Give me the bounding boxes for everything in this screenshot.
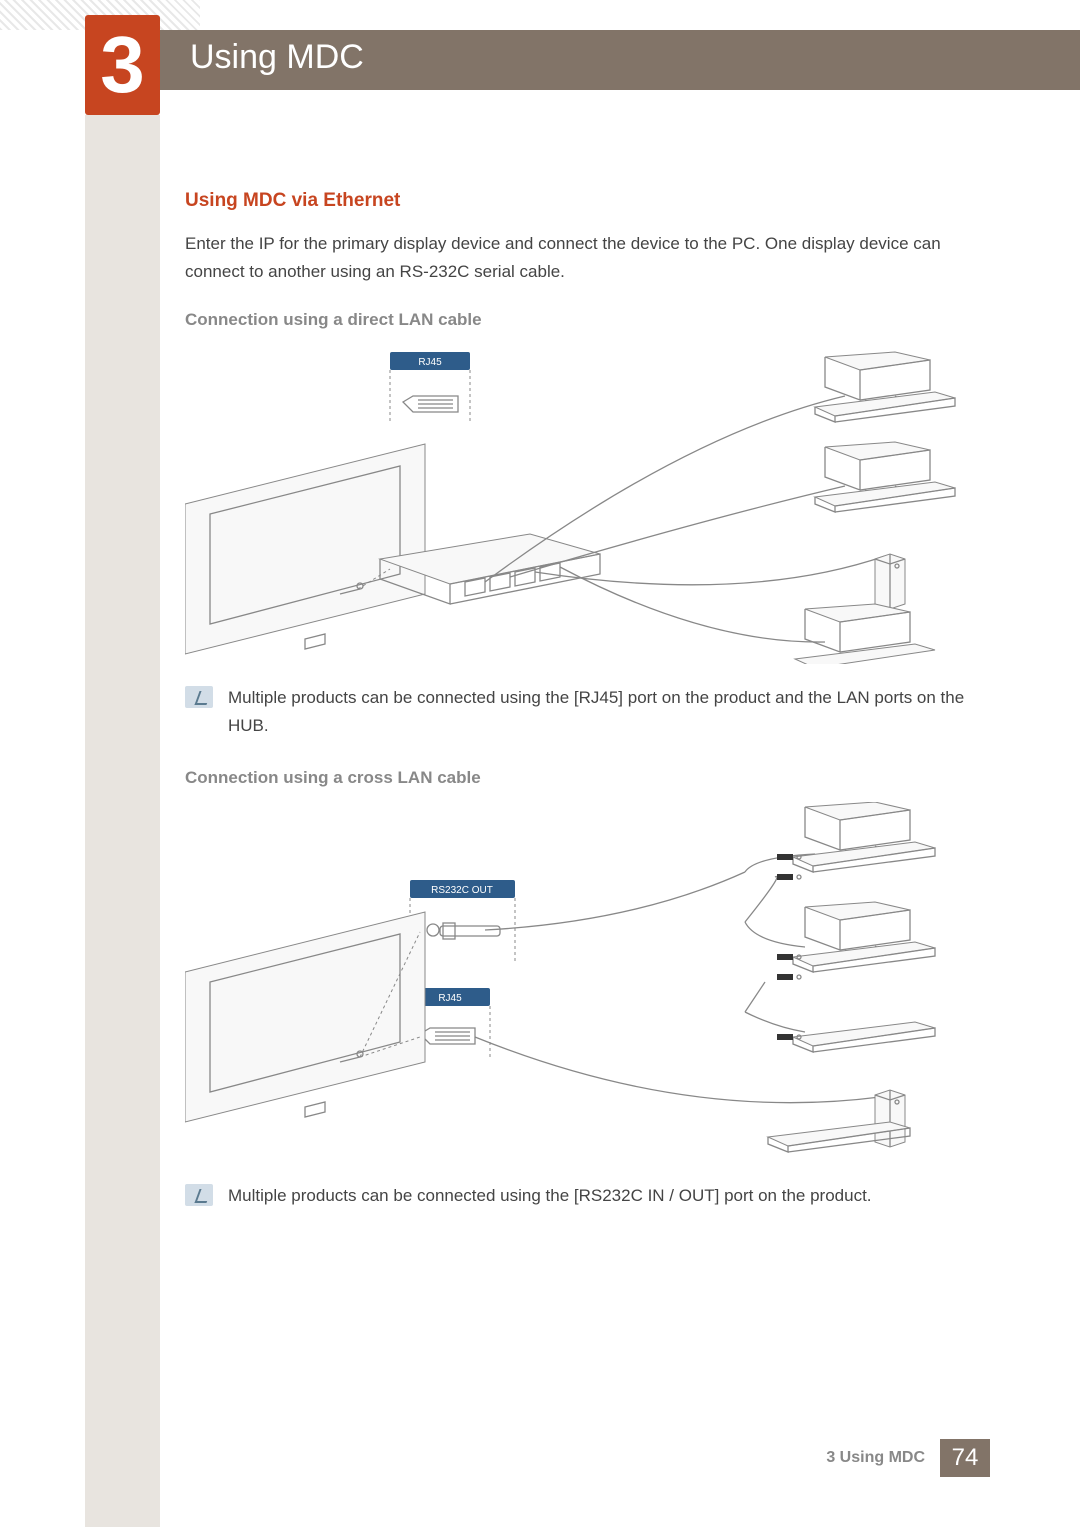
subsection-2-title: Connection using a cross LAN cable — [185, 768, 975, 788]
diagram-direct-lan-svg: RJ45 — [185, 344, 975, 664]
note-icon — [185, 686, 213, 708]
footer: 3 Using MDC 74 — [826, 1439, 990, 1477]
diagram-direct-lan: RJ45 — [185, 344, 975, 664]
subsection-1-title: Connection using a direct LAN cable — [185, 310, 975, 330]
note-2: Multiple products can be connected using… — [185, 1182, 975, 1210]
rs232c-label-text: RS232C OUT — [431, 885, 493, 896]
content-area: Using MDC via Ethernet Enter the IP for … — [185, 190, 975, 1238]
left-sidebar — [85, 115, 160, 1527]
rj45-label-text-2: RJ45 — [438, 993, 462, 1004]
note-1-text: Multiple products can be connected using… — [228, 684, 975, 740]
page-number-box: 74 — [940, 1439, 990, 1477]
diagram-cross-lan: RS232C OUT RJ45 — [185, 802, 975, 1162]
chapter-title: Using MDC — [190, 38, 364, 77]
chapter-number-tab: 3 — [85, 15, 160, 115]
diagram-cross-lan-svg: RS232C OUT RJ45 — [185, 802, 975, 1162]
rj45-label-text: RJ45 — [418, 357, 442, 368]
note-2-text: Multiple products can be connected using… — [228, 1182, 872, 1210]
footer-text: 3 Using MDC — [826, 1449, 925, 1467]
section-title: Using MDC via Ethernet — [185, 190, 975, 212]
section-intro-text: Enter the IP for the primary display dev… — [185, 230, 975, 286]
note-icon — [185, 1184, 213, 1206]
page-number: 74 — [952, 1444, 979, 1472]
chapter-number: 3 — [100, 25, 145, 105]
note-1: Multiple products can be connected using… — [185, 684, 975, 740]
